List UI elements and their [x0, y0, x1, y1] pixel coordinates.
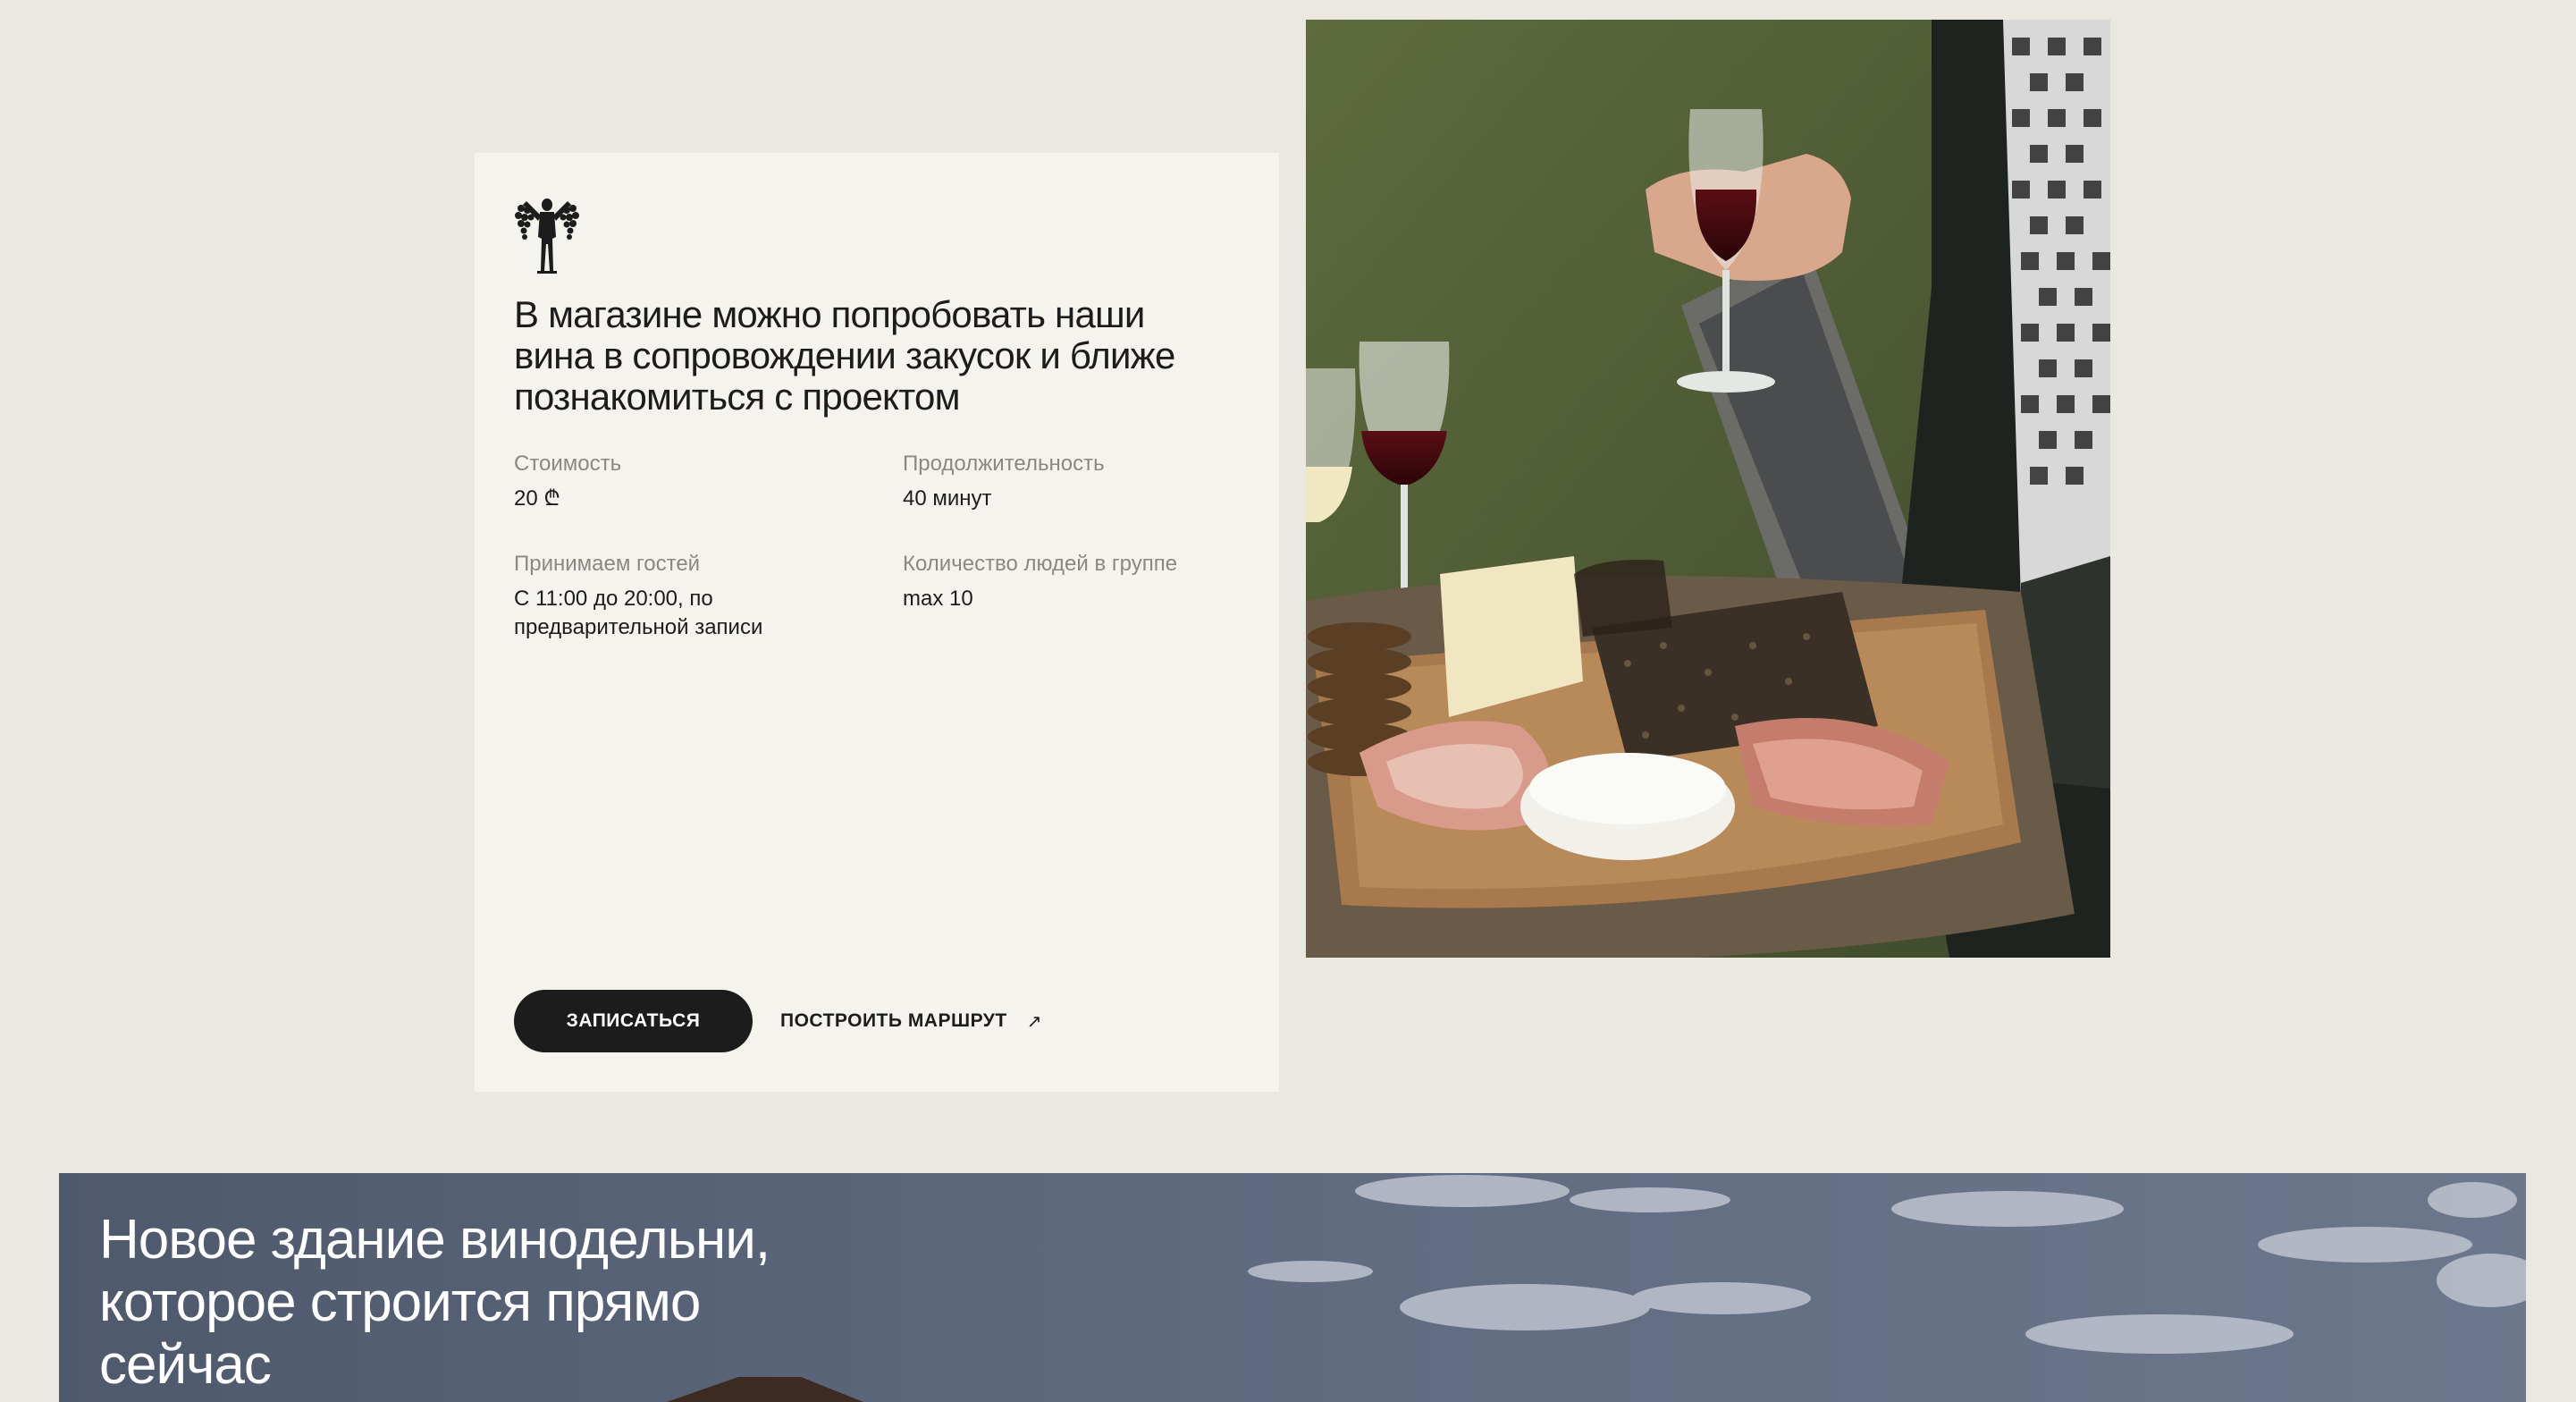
book-button[interactable]: ЗАПИСАТЬСЯ — [514, 990, 753, 1052]
info-hours-label: Принимаем гостей — [514, 552, 701, 576]
arrow-up-right-icon: ↗ — [1026, 1011, 1042, 1032]
building-banner: Новое здание винодельни, которое строитс… — [59, 1173, 2526, 1402]
info-group-size: Количество людей в группе max 10 — [903, 551, 1251, 613]
build-route-label: ПОСТРОИТЬ МАРШРУТ — [780, 1010, 1007, 1031]
info-cost: Стоимость 20 ₾ — [514, 451, 863, 513]
info-hours: Принимаем гостей С 11:00 до 20:00, по пр… — [514, 551, 809, 642]
wine-tasting-photo — [1306, 20, 2110, 958]
winery-logo-icon — [515, 198, 579, 274]
info-cost-value: 20 ₾ — [514, 486, 560, 511]
info-group-size-value: max 10 — [903, 587, 973, 611]
build-route-link[interactable]: ПОСТРОИТЬ МАРШРУТ ↗ — [780, 990, 1042, 1052]
info-duration-label: Продолжительность — [903, 452, 1105, 476]
info-hours-value: С 11:00 до 20:00, по предварительной зап… — [514, 587, 763, 639]
info-group-size-label: Количество людей в группе — [903, 552, 1178, 576]
tasting-card: В магазине можно попробовать наши вина в… — [475, 153, 1279, 1092]
building-title: Новое здание винодельни, которое строитс… — [99, 1209, 770, 1396]
info-duration: Продолжительность 40 минут — [903, 451, 1251, 513]
info-duration-value: 40 минут — [903, 486, 992, 511]
tasting-headline: В магазине можно попробовать наши вина в… — [514, 293, 1175, 418]
info-cost-label: Стоимость — [514, 452, 622, 476]
